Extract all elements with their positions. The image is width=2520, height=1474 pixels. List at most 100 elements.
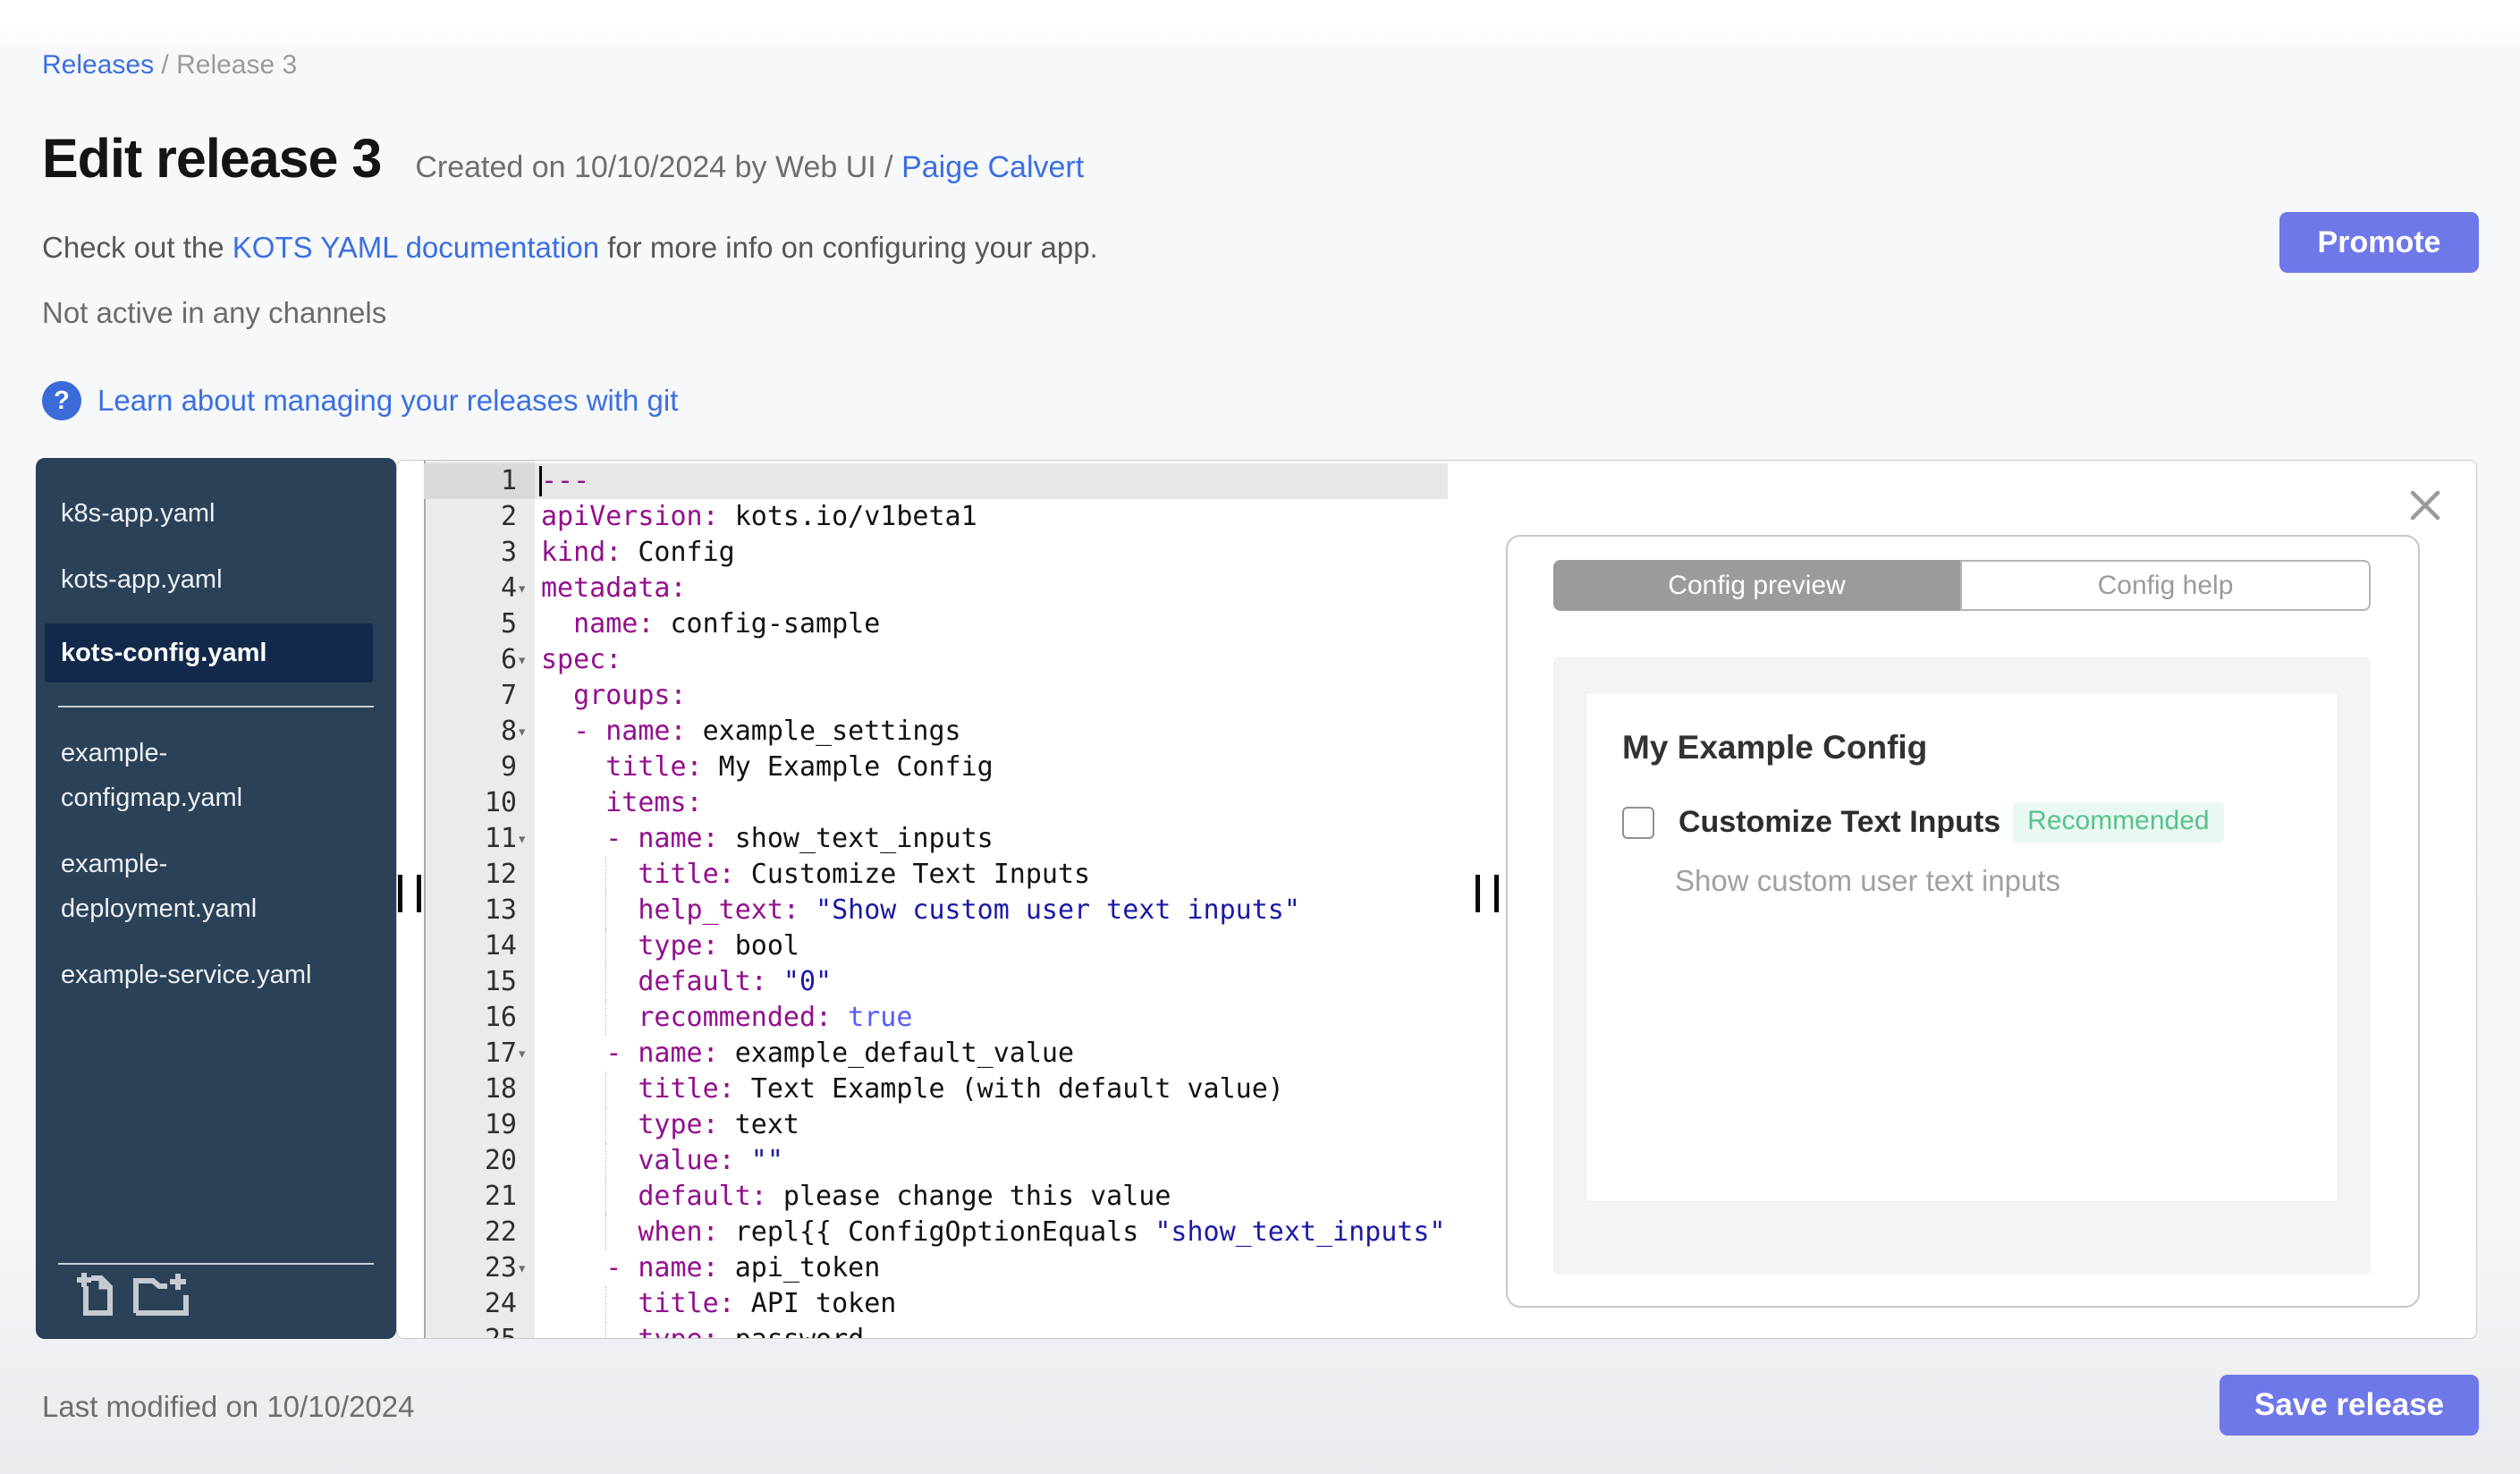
doc-line: Check out the KOTS YAML documentation fo… xyxy=(42,231,1098,264)
code-text: default: please change this value xyxy=(535,1179,1171,1215)
recommended-badge: Recommended xyxy=(2013,802,2224,843)
sidebar-divider xyxy=(58,706,374,707)
config-item-row: Customize Text Inputs Recommended xyxy=(1622,802,2311,843)
sidebar-file-example-service.yaml[interactable]: example-service.yaml xyxy=(61,953,329,997)
code-line-10[interactable]: 10 items: xyxy=(424,785,1448,821)
preview-area: My Example Config Customize Text Inputs … xyxy=(1553,657,2371,1275)
close-preview-icon[interactable] xyxy=(2409,489,2441,521)
tab-config-help[interactable]: Config help xyxy=(1960,560,2371,611)
code-line-20[interactable]: 20 value: "" xyxy=(424,1143,1448,1179)
code-line-14[interactable]: 14 type: bool xyxy=(424,928,1448,964)
promote-button[interactable]: Promote xyxy=(2279,212,2479,273)
indent-guide xyxy=(605,1322,606,1338)
sidebar-file-example-deployment.yaml[interactable]: example-deployment.yaml xyxy=(61,842,329,931)
line-number: 6 ▾ xyxy=(424,642,535,678)
code-line-15[interactable]: 15 default: "0" xyxy=(424,964,1448,1000)
line-number: 21 xyxy=(484,1181,517,1212)
code-line-1[interactable]: 1 --- xyxy=(424,463,1448,499)
code-line-22[interactable]: 22 when: repl{{ ConfigOptionEquals "show… xyxy=(424,1215,1448,1250)
indent-guide xyxy=(605,1179,606,1215)
line-number: 5 xyxy=(500,608,517,640)
code-line-12[interactable]: 12 title: Customize Text Inputs xyxy=(424,857,1448,893)
line-number: 9 xyxy=(500,751,517,783)
code-line-11[interactable]: 11 ▾ - name: show_text_inputs xyxy=(424,821,1448,857)
code-text: help_text: "Show custom user text inputs… xyxy=(535,893,1300,928)
code-text: metadata: xyxy=(541,572,687,604)
code-text: value: "" xyxy=(535,1143,783,1179)
code-line-19[interactable]: 19 type: text xyxy=(424,1107,1448,1143)
code-line-24[interactable]: 24 title: API token xyxy=(424,1286,1448,1322)
indent-guide xyxy=(605,928,606,964)
git-help-link[interactable]: ? Learn about managing your releases wit… xyxy=(42,381,678,420)
fold-arrow-icon[interactable]: ▾ xyxy=(517,571,535,606)
code-line-4[interactable]: 4 ▾ metadata: xyxy=(424,571,1448,606)
git-help-label: Learn about managing your releases with … xyxy=(97,384,679,417)
preview-tabs: Config preview Config help xyxy=(1553,560,2371,611)
fold-arrow-icon[interactable]: ▾ xyxy=(517,642,535,678)
kots-yaml-doc-link[interactable]: KOTS YAML documentation xyxy=(233,231,599,264)
code-line-6[interactable]: 6 ▾ spec: xyxy=(424,642,1448,678)
editor-resize-handle[interactable] xyxy=(1476,875,1499,912)
sidebar-resize-handle[interactable] xyxy=(398,875,421,912)
code-text: type: bool xyxy=(535,928,799,964)
code-text: title: API token xyxy=(535,1286,896,1322)
code-text: type: password xyxy=(535,1322,864,1338)
config-form-card: My Example Config Customize Text Inputs … xyxy=(1586,692,2338,1202)
indent-guide xyxy=(605,964,606,1000)
sidebar-bottom-divider xyxy=(58,1263,374,1265)
code-text: type: text xyxy=(535,1107,799,1143)
indent-guide xyxy=(605,1215,606,1250)
code-line-3[interactable]: 3 kind: Config xyxy=(424,535,1448,571)
indent-guide xyxy=(605,1072,606,1107)
yaml-code-editor[interactable]: 1 --- 2 apiVersion: kots.io/v1beta1 3 kind: C… xyxy=(424,461,1448,1338)
indent-guide xyxy=(605,893,606,928)
new-folder-icon[interactable] xyxy=(133,1270,192,1323)
line-number: 18 xyxy=(484,1073,517,1105)
code-line-16[interactable]: 16 recommended: true xyxy=(424,1000,1448,1036)
config-preview-card: Config preview Config help My Example Con… xyxy=(1506,535,2420,1308)
created-line: Created on 10/10/2024 by Web UI / Paige … xyxy=(415,150,1085,184)
breadcrumb-releases-link[interactable]: Releases xyxy=(42,50,154,80)
code-line-18[interactable]: 18 title: Text Example (with default val… xyxy=(424,1072,1448,1107)
fold-arrow-icon[interactable]: ▾ xyxy=(517,714,535,750)
sidebar-file-kots-app.yaml[interactable]: kots-app.yaml xyxy=(61,557,329,602)
code-line-7[interactable]: 7 groups: xyxy=(424,678,1448,714)
tab-config-preview[interactable]: Config preview xyxy=(1553,560,1960,611)
code-line-23[interactable]: 23 ▾ - name: api_token xyxy=(424,1250,1448,1286)
breadcrumb: Releases / Release 3 xyxy=(42,50,297,80)
line-number: 12 xyxy=(484,859,517,890)
save-release-button[interactable]: Save release xyxy=(2220,1375,2479,1436)
line-number: 22 xyxy=(484,1216,517,1248)
new-file-icon[interactable] xyxy=(76,1270,117,1323)
fold-arrow-icon[interactable]: ▾ xyxy=(517,1036,535,1072)
code-text: title: Text Example (with default value) xyxy=(535,1072,1284,1107)
code-line-17[interactable]: 17 ▾ - name: example_default_value xyxy=(424,1036,1448,1072)
code-line-5[interactable]: 5 name: config-sample xyxy=(424,606,1448,642)
code-line-8[interactable]: 8 ▾ - name: example_settings xyxy=(424,714,1448,750)
code-text: apiVersion: kots.io/v1beta1 xyxy=(541,501,977,532)
sidebar-file-example-configmap.yaml[interactable]: example-configmap.yaml xyxy=(61,731,329,820)
page-title: Edit release 3 xyxy=(42,128,382,189)
code-text: default: "0" xyxy=(535,964,832,1000)
code-line-13[interactable]: 13 help_text: "Show custom user text inp… xyxy=(424,893,1448,928)
sidebar-file-kots-config.yaml[interactable]: kots-config.yaml xyxy=(45,623,373,682)
code-text: recommended: true xyxy=(535,1000,912,1036)
channel-status: Not active in any channels xyxy=(42,296,387,329)
fold-arrow-icon[interactable]: ▾ xyxy=(517,1250,535,1286)
code-line-2[interactable]: 2 apiVersion: kots.io/v1beta1 xyxy=(424,499,1448,535)
fold-arrow-icon[interactable]: ▾ xyxy=(517,821,535,857)
author-link[interactable]: Paige Calvert xyxy=(901,150,1084,184)
line-number: 16 xyxy=(484,1002,517,1033)
customize-text-inputs-checkbox[interactable] xyxy=(1622,806,1654,839)
code-line-25[interactable]: 25 type: password xyxy=(424,1322,1448,1338)
code-line-9[interactable]: 9 title: My Example Config xyxy=(424,750,1448,785)
sidebar-file-k8s-app.yaml[interactable]: k8s-app.yaml xyxy=(61,491,329,536)
code-text: title: Customize Text Inputs xyxy=(535,857,1090,893)
config-group-title: My Example Config xyxy=(1622,729,1928,766)
code-line-21[interactable]: 21 default: please change this value xyxy=(424,1179,1448,1215)
file-sidebar: k8s-app.yaml kots-app.yaml kots-config.yam… xyxy=(36,458,396,1339)
last-modified-text: Last modified on 10/10/2024 xyxy=(42,1390,415,1423)
indent-guide xyxy=(605,857,606,893)
line-number: 2 xyxy=(500,501,517,532)
line-number: 25 xyxy=(424,1322,535,1338)
